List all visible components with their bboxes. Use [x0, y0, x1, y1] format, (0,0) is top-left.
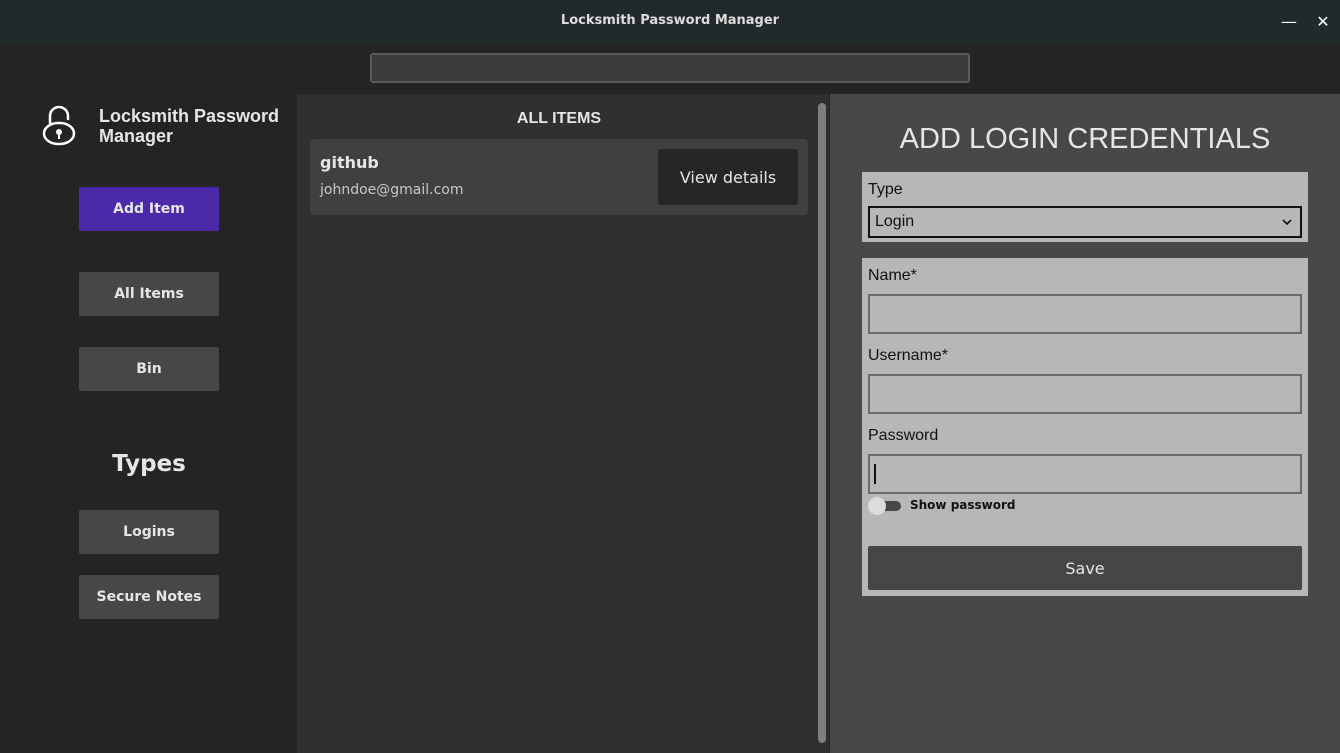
list-scrollbar[interactable]	[818, 103, 826, 743]
chevron-down-icon	[1282, 219, 1292, 226]
search-bar	[0, 43, 1340, 94]
window-title: Locksmith Password Manager	[560, 13, 780, 28]
search-input[interactable]	[370, 53, 970, 83]
logins-button[interactable]: Logins	[79, 510, 219, 554]
item-name: github	[320, 153, 379, 172]
type-select[interactable]: Login	[868, 206, 1302, 238]
username-field[interactable]	[868, 374, 1302, 414]
view-details-button[interactable]: View details	[658, 149, 798, 205]
minimize-icon[interactable]: —	[1279, 12, 1299, 32]
title-bar: Locksmith Password Manager — ✕	[0, 0, 1340, 43]
toggle-knob	[868, 497, 886, 515]
bin-button[interactable]: Bin	[79, 347, 219, 391]
text-cursor	[874, 464, 876, 484]
name-field[interactable]	[868, 294, 1302, 334]
list-heading: ALL ITEMS	[516, 110, 602, 127]
close-icon[interactable]: ✕	[1313, 12, 1333, 32]
type-select-value: Login	[875, 213, 915, 230]
save-button[interactable]: Save	[868, 546, 1302, 590]
password-field[interactable]	[868, 454, 1302, 494]
item-username: johndoe@gmail.com	[320, 182, 464, 198]
show-password-label: Show password	[910, 498, 1016, 512]
username-label: Username*	[868, 347, 949, 364]
name-label: Name*	[868, 267, 917, 284]
all-items-button[interactable]: All Items	[79, 272, 219, 316]
add-item-button[interactable]: Add Item	[79, 187, 219, 231]
types-heading: Types	[112, 451, 186, 477]
show-password-toggle[interactable]	[868, 497, 902, 515]
app-name: Locksmith Password Manager	[99, 106, 280, 146]
secure-notes-button[interactable]: Secure Notes	[79, 575, 219, 619]
type-label: Type	[868, 181, 903, 198]
form-title: ADD LOGIN CREDENTIALS	[899, 123, 1271, 155]
password-label: Password	[868, 427, 939, 444]
lock-icon	[42, 105, 76, 146]
